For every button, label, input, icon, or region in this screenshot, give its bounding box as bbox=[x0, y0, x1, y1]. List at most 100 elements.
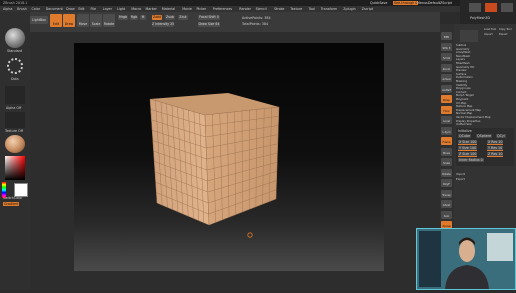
right-shelf-zoom[interactable]: Zoom bbox=[441, 64, 452, 72]
qcyl-button[interactable]: QCyl bbox=[496, 134, 506, 138]
menu-item-stroke[interactable]: Stroke bbox=[274, 7, 285, 11]
gradient-button[interactable]: Gradient bbox=[3, 202, 19, 206]
right-shelf-persp[interactable]: Persp bbox=[441, 95, 452, 103]
tray-top-copy-tool[interactable]: Copy Tool bbox=[499, 28, 511, 32]
app-title: ZBrush 2018.1 bbox=[3, 1, 27, 5]
menu-item-tool[interactable]: Tool bbox=[309, 7, 315, 11]
menu-item-alpha[interactable]: Alpha bbox=[3, 7, 12, 11]
right-shelf-scroll[interactable]: Scroll bbox=[441, 53, 452, 61]
texture-off-label: Texture Off bbox=[5, 129, 23, 133]
menu-item-color[interactable]: Color bbox=[32, 7, 41, 11]
right-shelf-ghost[interactable]: Ghost bbox=[441, 200, 452, 208]
webcam-overlay bbox=[416, 228, 516, 290]
menu-item-brush[interactable]: Brush bbox=[17, 7, 27, 11]
standard-brush-label: Standard bbox=[7, 49, 22, 53]
menu-item-transform[interactable]: Transform bbox=[321, 7, 337, 11]
tray-top-export[interactable]: Export bbox=[499, 33, 508, 37]
menu-item-file[interactable]: File bbox=[91, 7, 97, 11]
tray-top-load-tool[interactable]: Load Tool bbox=[484, 28, 496, 32]
menu-item-texture[interactable]: Texture bbox=[290, 7, 302, 11]
right-shelf-scale[interactable]: Scale bbox=[441, 158, 452, 166]
right-shelf-transp[interactable]: Transp bbox=[441, 190, 452, 198]
draw-button[interactable]: Draw bbox=[63, 14, 75, 27]
menu-item-preferences[interactable]: Preferences bbox=[213, 7, 232, 11]
right-shelf-l-sym[interactable]: L.Sym bbox=[441, 127, 452, 135]
material-icon[interactable] bbox=[5, 135, 25, 153]
focal-shift-slider[interactable]: Focal Shift 0 bbox=[198, 15, 220, 20]
right-shelf-rotate[interactable]: Rotate bbox=[441, 169, 452, 177]
y-size-slider[interactable]: Y Size 100 bbox=[458, 146, 477, 151]
m-button[interactable]: M bbox=[140, 15, 146, 20]
qsphere-button[interactable]: QSphere bbox=[476, 134, 492, 138]
menu-item-stencil[interactable]: Stencil bbox=[256, 7, 267, 11]
right-shelf-frame[interactable]: Frame bbox=[441, 137, 452, 145]
simple-brush-icon[interactable] bbox=[501, 3, 513, 12]
menu-item-material[interactable]: Material bbox=[162, 7, 175, 11]
qcube-button[interactable]: QCube bbox=[458, 134, 471, 138]
menu-item-document[interactable]: Document bbox=[46, 7, 63, 11]
switch-color-button[interactable]: SwitchColor bbox=[3, 196, 23, 200]
rgb-button[interactable]: Rgb bbox=[130, 15, 138, 20]
right-shelf-floor[interactable]: Floor bbox=[441, 106, 452, 114]
standard-brush-icon[interactable] bbox=[5, 28, 25, 48]
dots-stroke-icon[interactable] bbox=[7, 58, 23, 74]
cube-viewport[interactable] bbox=[74, 43, 384, 271]
menu-item-movie[interactable]: Movie bbox=[182, 7, 192, 11]
right-shelf-local[interactable]: Local bbox=[441, 116, 452, 124]
menu-item-macro[interactable]: Macro bbox=[131, 7, 141, 11]
cursor-indicator bbox=[248, 233, 252, 237]
menu-item-zscript[interactable]: Zscript bbox=[362, 7, 373, 11]
right-shelf-polyf[interactable]: PolyF bbox=[441, 179, 452, 187]
quicksave-button[interactable]: QuickSave bbox=[370, 1, 387, 5]
z-size-slider[interactable]: Z Size 100 bbox=[458, 152, 477, 157]
menu-item-edit[interactable]: Edit bbox=[78, 7, 84, 11]
default-zscript-button[interactable]: DefaultZScript bbox=[428, 1, 452, 5]
menu-item-render[interactable]: Render bbox=[239, 7, 251, 11]
draw-size-slider[interactable]: Draw Size 64 bbox=[198, 22, 220, 27]
texture-off-thumbnail[interactable] bbox=[5, 112, 25, 128]
z-intensity-slider[interactable]: Z Intensity 25 bbox=[152, 22, 174, 27]
menu-item-picker[interactable]: Picker bbox=[196, 7, 206, 11]
menu-item-light[interactable]: Light bbox=[117, 7, 125, 11]
menu-item-layer[interactable]: Layer bbox=[103, 7, 112, 11]
current-tool-label: PolyMesh3D bbox=[470, 16, 490, 20]
polymesh-icon[interactable] bbox=[469, 3, 481, 12]
x-res-slider[interactable]: X Res 10 bbox=[487, 140, 503, 145]
tray-top-import[interactable]: Import bbox=[484, 33, 493, 37]
lightbox-button[interactable]: LightBox bbox=[30, 16, 48, 24]
document-canvas[interactable] bbox=[74, 43, 384, 271]
star-tool-icon[interactable] bbox=[485, 3, 497, 12]
z-res-slider[interactable]: Z Res 10 bbox=[487, 152, 503, 157]
right-shelf-move[interactable]: Move bbox=[441, 148, 452, 156]
inner-radius-slider[interactable]: Inner Radius 0 bbox=[458, 158, 484, 162]
x-size-slider[interactable]: X Size 100 bbox=[458, 140, 477, 145]
zadd-button[interactable]: Zadd bbox=[152, 15, 162, 20]
main-color-swatch[interactable] bbox=[14, 183, 28, 197]
color-picker[interactable] bbox=[5, 156, 25, 180]
right-shelf-solo[interactable]: Solo bbox=[441, 211, 452, 219]
scale-button[interactable]: Scale bbox=[90, 14, 102, 27]
rotate-button[interactable]: Rotate bbox=[103, 14, 115, 27]
mrgb-button[interactable]: Mrgb bbox=[118, 15, 128, 20]
initialize-title: Initialize bbox=[458, 129, 472, 133]
y-res-slider[interactable]: Y Res 10 bbox=[487, 146, 503, 151]
right-shelf-bpr[interactable]: BPR bbox=[441, 32, 452, 40]
right-shelf-aahalf[interactable]: AAHalf bbox=[441, 85, 452, 93]
tool-thumbnail[interactable] bbox=[460, 30, 478, 42]
right-shelf-spix-3[interactable]: SPix 3 bbox=[441, 43, 452, 51]
alpha-off-thumbnail[interactable] bbox=[5, 86, 25, 104]
menu-item-draw[interactable]: Draw bbox=[66, 7, 75, 11]
move-button[interactable]: Move bbox=[77, 14, 89, 27]
menu-item-zplugin[interactable]: Zplugin bbox=[343, 7, 355, 11]
menu-item-marker[interactable]: Marker bbox=[146, 7, 157, 11]
zsub-button[interactable]: Zsub bbox=[165, 15, 175, 20]
tray-item-export[interactable]: Export bbox=[456, 178, 514, 183]
dots-stroke-label: Dots bbox=[11, 77, 19, 81]
tool-palette-header: PolyMesh3D bbox=[460, 0, 516, 24]
edit-button[interactable]: Edit bbox=[50, 14, 62, 27]
zcut-button[interactable]: Zcut bbox=[178, 15, 188, 20]
menus-button[interactable]: Menus bbox=[417, 1, 428, 5]
right-shelf-actual[interactable]: Actual bbox=[441, 74, 452, 82]
tray-item-unified-skin[interactable]: Unified Skin bbox=[456, 123, 514, 128]
see-through-slider[interactable]: See-through 0 bbox=[393, 1, 418, 5]
